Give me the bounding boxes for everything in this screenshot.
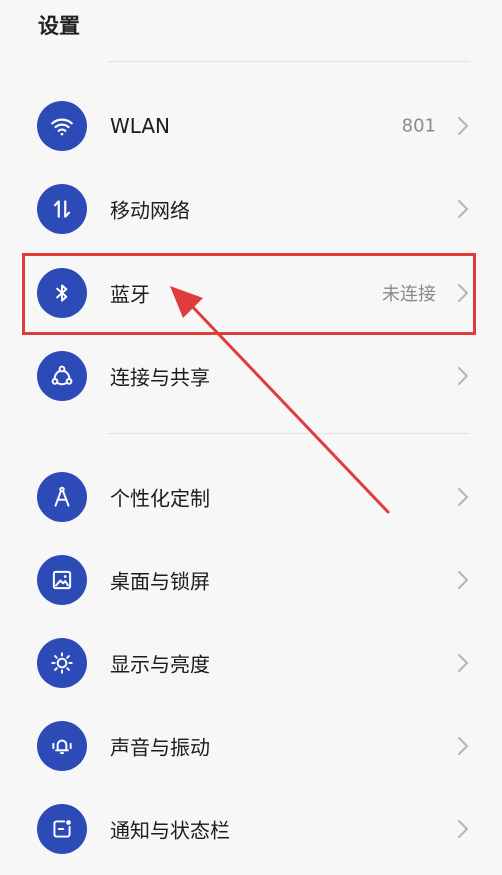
annotation-arrow (170, 286, 390, 514)
